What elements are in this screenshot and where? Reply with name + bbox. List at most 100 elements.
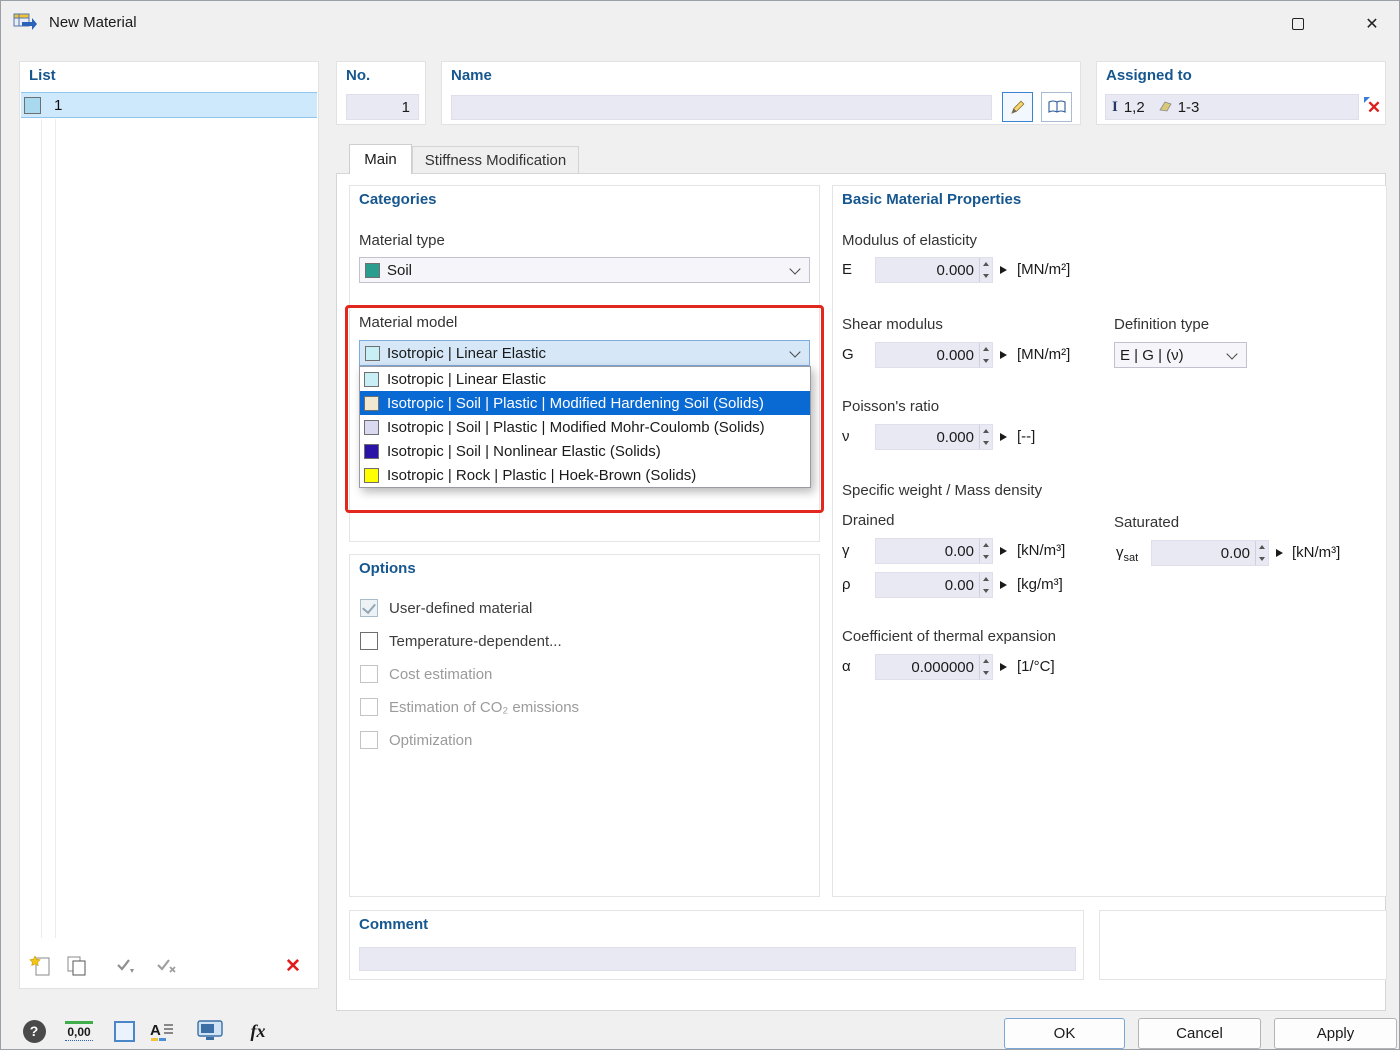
symbol-E: E bbox=[842, 261, 853, 278]
modulus-e-field[interactable]: 0.000 bbox=[875, 257, 993, 283]
material-model-select[interactable]: Isotropic | Linear Elastic bbox=[359, 340, 810, 366]
gamma-field[interactable]: 0.00 bbox=[875, 538, 993, 564]
poisson-group-label: Poisson's ratio bbox=[842, 398, 940, 415]
gamma-sat-field[interactable]: 0.00 bbox=[1151, 540, 1269, 566]
spin-down-icon[interactable] bbox=[980, 551, 992, 563]
pencil-icon bbox=[1010, 100, 1024, 114]
edit-name-button[interactable] bbox=[1002, 92, 1033, 122]
alpha-value[interactable]: 0.000000 bbox=[876, 655, 979, 679]
list-item-number: 1 bbox=[54, 96, 63, 114]
material-model-option[interactable]: Isotropic | Rock | Plastic | Hoek-Brown … bbox=[360, 463, 810, 487]
categories-group: Categories Material type Soil Material m… bbox=[349, 185, 820, 542]
definition-type-label: Definition type bbox=[1114, 316, 1210, 333]
detail-arrow-button[interactable] bbox=[996, 424, 1011, 450]
assigned-panel: Assigned to I 1,2 1-3 ✕ bbox=[1096, 61, 1386, 125]
maximize-icon bbox=[1292, 17, 1304, 30]
co2-emissions-checkbox[interactable] bbox=[360, 698, 378, 716]
material-library-button[interactable] bbox=[1041, 92, 1072, 122]
list-item[interactable]: 1 bbox=[21, 92, 317, 118]
option-swatch bbox=[364, 419, 379, 435]
spin-up-icon[interactable] bbox=[980, 655, 992, 667]
units-settings-button[interactable]: 0,00 bbox=[59, 1017, 99, 1045]
tab-stiffness-modification[interactable]: Stiffness Modification bbox=[412, 146, 579, 174]
modulus-e-value[interactable]: 0.000 bbox=[876, 258, 979, 282]
material-type-label: Material type bbox=[359, 232, 445, 249]
new-material-button[interactable] bbox=[28, 952, 54, 980]
material-name-input[interactable] bbox=[451, 95, 992, 120]
material-number-field[interactable]: 1 bbox=[346, 94, 419, 120]
detail-arrow-button[interactable] bbox=[996, 257, 1011, 283]
formula-button[interactable]: fx bbox=[241, 1017, 275, 1045]
rho-value[interactable]: 0.00 bbox=[876, 573, 979, 597]
optimization-checkbox[interactable] bbox=[360, 731, 378, 749]
checkbox-row-co2: Estimation of CO₂ emissions bbox=[360, 698, 579, 716]
material-model-option[interactable]: Isotropic | Soil | Nonlinear Elastic (So… bbox=[360, 439, 810, 463]
material-type-select[interactable]: Soil bbox=[359, 257, 810, 283]
spin-up-icon[interactable] bbox=[980, 539, 992, 551]
preview-box bbox=[1099, 910, 1387, 980]
comment-input[interactable] bbox=[359, 947, 1076, 971]
cancel-button[interactable]: Cancel bbox=[1138, 1018, 1261, 1049]
material-model-option[interactable]: Isotropic | Linear Elastic bbox=[360, 367, 810, 391]
list-panel: List 1 ✕ bbox=[19, 61, 319, 989]
help-icon: ? bbox=[22, 1019, 46, 1043]
name-label: Name bbox=[451, 67, 492, 84]
gamma-sat-value[interactable]: 0.00 bbox=[1152, 541, 1255, 565]
option-label: Isotropic | Soil | Plastic | Modified Mo… bbox=[387, 418, 765, 436]
apply-button[interactable]: Apply bbox=[1274, 1018, 1397, 1049]
material-model-option[interactable]: Isotropic | Soil | Plastic | Modified Ha… bbox=[360, 391, 810, 415]
material-type-swatch bbox=[365, 262, 380, 278]
spin-up-icon[interactable] bbox=[980, 258, 992, 270]
display-settings-button[interactable]: A bbox=[145, 1017, 179, 1045]
detail-arrow-button[interactable] bbox=[996, 572, 1011, 598]
render-view-button[interactable] bbox=[193, 1017, 227, 1045]
poisson-value[interactable]: 0.000 bbox=[876, 425, 979, 449]
spin-up-icon[interactable] bbox=[980, 425, 992, 437]
deselect-all-check-button[interactable] bbox=[154, 952, 180, 980]
color-display-button[interactable] bbox=[109, 1017, 139, 1045]
gamma-value[interactable]: 0.00 bbox=[876, 539, 979, 563]
material-model-dropdown: Isotropic | Linear Elastic Isotropic | S… bbox=[359, 366, 811, 488]
maximize-button[interactable] bbox=[1275, 1, 1321, 46]
assigned-to-field[interactable]: I 1,2 1-3 bbox=[1105, 94, 1359, 120]
select-all-check-button[interactable] bbox=[114, 952, 140, 980]
spin-up-icon[interactable] bbox=[980, 573, 992, 585]
shear-group-label: Shear modulus bbox=[842, 316, 943, 333]
detail-arrow-button[interactable] bbox=[1272, 540, 1287, 566]
spin-down-icon[interactable] bbox=[1256, 553, 1268, 565]
detail-arrow-button[interactable] bbox=[996, 538, 1011, 564]
shear-g-field[interactable]: 0.000 bbox=[875, 342, 993, 368]
delete-material-button[interactable]: ✕ bbox=[280, 952, 306, 980]
poisson-field[interactable]: 0.000 bbox=[875, 424, 993, 450]
shear-g-value[interactable]: 0.000 bbox=[876, 343, 979, 367]
spin-up-icon[interactable] bbox=[1256, 541, 1268, 553]
definition-type-select[interactable]: E | G | (ν) bbox=[1114, 342, 1247, 368]
copy-material-button[interactable] bbox=[64, 952, 90, 980]
spin-up-icon[interactable] bbox=[980, 343, 992, 355]
ok-button[interactable]: OK bbox=[1004, 1018, 1125, 1049]
user-defined-material-checkbox[interactable] bbox=[360, 599, 378, 617]
tab-main[interactable]: Main bbox=[349, 144, 412, 174]
symbol-alpha: α bbox=[842, 658, 851, 675]
detail-arrow-button[interactable] bbox=[996, 342, 1011, 368]
detail-arrow-button[interactable] bbox=[996, 654, 1011, 680]
spin-down-icon[interactable] bbox=[980, 585, 992, 597]
spin-down-icon[interactable] bbox=[980, 270, 992, 282]
spinner bbox=[979, 425, 992, 449]
spin-down-icon[interactable] bbox=[980, 355, 992, 367]
spinner bbox=[1255, 541, 1268, 565]
option-swatch bbox=[364, 443, 379, 459]
spinner bbox=[979, 539, 992, 563]
material-model-option[interactable]: Isotropic | Soil | Plastic | Modified Mo… bbox=[360, 415, 810, 439]
checkbox-row-temperature: Temperature-dependent... bbox=[360, 632, 562, 650]
close-button[interactable]: ✕ bbox=[1349, 1, 1395, 46]
rho-field[interactable]: 0.00 bbox=[875, 572, 993, 598]
cost-estimation-checkbox[interactable] bbox=[360, 665, 378, 683]
help-button[interactable]: ? bbox=[19, 1017, 49, 1045]
list-column-divider bbox=[41, 119, 42, 938]
temperature-dependent-checkbox[interactable] bbox=[360, 632, 378, 650]
spin-down-icon[interactable] bbox=[980, 437, 992, 449]
spin-down-icon[interactable] bbox=[980, 667, 992, 679]
alpha-field[interactable]: 0.000000 bbox=[875, 654, 993, 680]
clear-assignment-button[interactable]: ✕ bbox=[1363, 94, 1385, 120]
